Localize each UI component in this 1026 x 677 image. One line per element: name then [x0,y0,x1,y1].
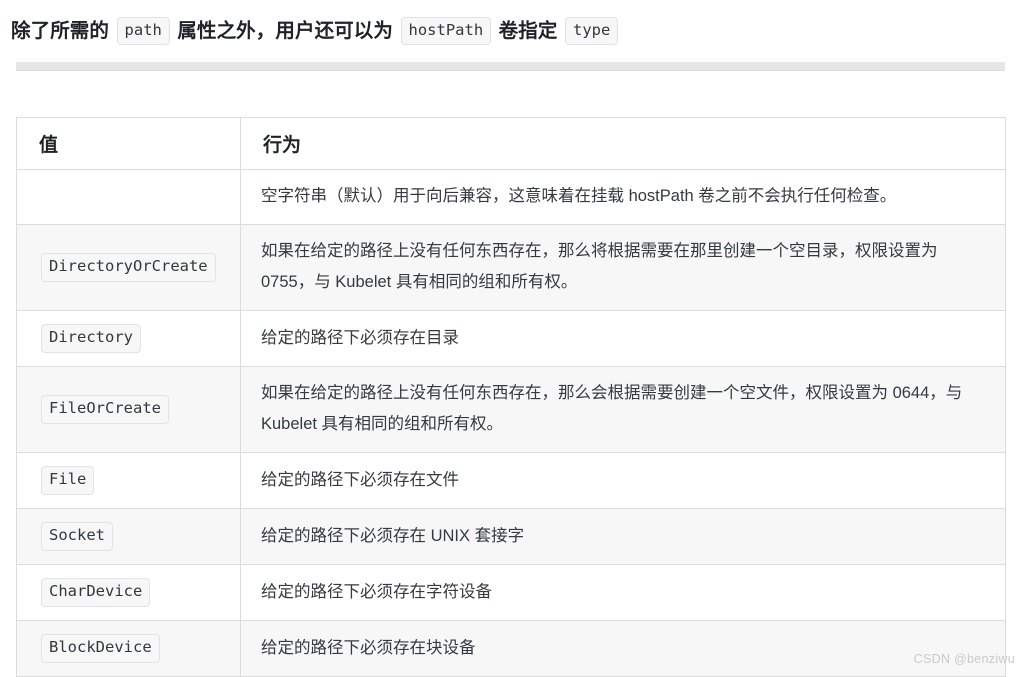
table-header-row: 值 行为 [16,117,1006,170]
cell-behavior: 如果在给定的路径上没有任何东西存在，那么会根据需要创建一个空文件，权限设置为 0… [240,366,1006,453]
behavior-text: 给定的路径下必须存在目录 [261,328,459,347]
cell-value [16,169,241,225]
table-row: FileOrCreate 如果在给定的路径上没有任何东西存在，那么会根据需要创建… [16,366,1006,453]
watermark: CSDN @benziwu [913,652,1015,666]
cell-value: DirectoryOrCreate [16,224,241,311]
inline-code-value: File [41,466,95,495]
intro-text-segment-2: 属性之外，用户还可以为 [171,19,399,42]
hostpath-type-table: 值 行为 空字符串（默认）用于向后兼容，这意味着在挂载 hostPath 卷之前… [16,117,1006,677]
table-row: CharDevice 给定的路径下必须存在字符设备 [16,564,1006,621]
cell-behavior: 如果在给定的路径上没有任何东西存在，那么将根据需要在那里创建一个空目录，权限设置… [240,224,1006,311]
behavior-text: 给定的路径下必须存在块设备 [261,638,476,657]
hostpath-type-table-container: 值 行为 空字符串（默认）用于向后兼容，这意味着在挂载 hostPath 卷之前… [16,117,1006,677]
cell-behavior: 给定的路径下必须存在字符设备 [240,564,1006,621]
cell-behavior: 给定的路径下必须存在文件 [240,452,1006,509]
cell-value: CharDevice [16,564,241,621]
table-head: 值 行为 [16,117,1006,170]
inline-code-value: CharDevice [41,578,151,607]
table-body: 空字符串（默认）用于向后兼容，这意味着在挂载 hostPath 卷之前不会执行任… [16,169,1006,677]
cell-behavior: 给定的路径下必须存在目录 [240,310,1006,367]
behavior-text: 如果在给定的路径上没有任何东西存在，那么将根据需要在那里创建一个空目录，权限设置… [261,242,938,291]
table-row: Directory 给定的路径下必须存在目录 [16,310,1006,367]
intro-paragraph: 除了所需的 path 属性之外，用户还可以为 hostPath 卷指定 type [11,13,1011,48]
inline-code-value: BlockDevice [41,634,160,663]
intro-text-segment-3: 卷指定 [493,19,563,42]
table-row: Socket 给定的路径下必须存在 UNIX 套接字 [16,508,1006,565]
inline-code-value: Socket [41,522,113,551]
inline-code-value: Directory [41,324,141,353]
behavior-text: 给定的路径下必须存在文件 [261,470,459,489]
table-row: 空字符串（默认）用于向后兼容，这意味着在挂载 hostPath 卷之前不会执行任… [16,169,1006,225]
inline-code-hostpath: hostPath [400,16,492,46]
intro-text-segment-1: 除了所需的 [11,19,115,42]
table-row: File 给定的路径下必须存在文件 [16,452,1006,509]
table-row: BlockDevice 给定的路径下必须存在块设备 [16,620,1006,677]
cell-behavior: 空字符串（默认）用于向后兼容，这意味着在挂载 hostPath 卷之前不会执行任… [240,169,1006,225]
inline-code-path: path [116,16,170,46]
behavior-text: 给定的路径下必须存在字符设备 [261,582,492,601]
cell-value: Directory [16,310,241,367]
behavior-text: 空字符串（默认）用于向后兼容，这意味着在挂载 hostPath 卷之前不会执行任… [261,187,897,205]
inline-code-type: type [565,16,619,46]
table-row: DirectoryOrCreate 如果在给定的路径上没有任何东西存在，那么将根… [16,224,1006,311]
column-header-behavior: 行为 [240,117,1006,170]
behavior-text: 给定的路径下必须存在 UNIX 套接字 [261,526,525,545]
cell-value: File [16,452,241,509]
cell-value: Socket [16,508,241,565]
cell-value: FileOrCreate [16,366,241,453]
section-divider [16,62,1005,71]
inline-code-value: DirectoryOrCreate [41,253,216,282]
behavior-text: 如果在给定的路径上没有任何东西存在，那么会根据需要创建一个空文件，权限设置为 0… [261,384,963,433]
cell-behavior: 给定的路径下必须存在 UNIX 套接字 [240,508,1006,565]
inline-code-value: FileOrCreate [41,395,169,424]
cell-value: BlockDevice [16,620,241,677]
cell-behavior: 给定的路径下必须存在块设备 [240,620,1006,677]
column-header-value: 值 [16,117,241,170]
